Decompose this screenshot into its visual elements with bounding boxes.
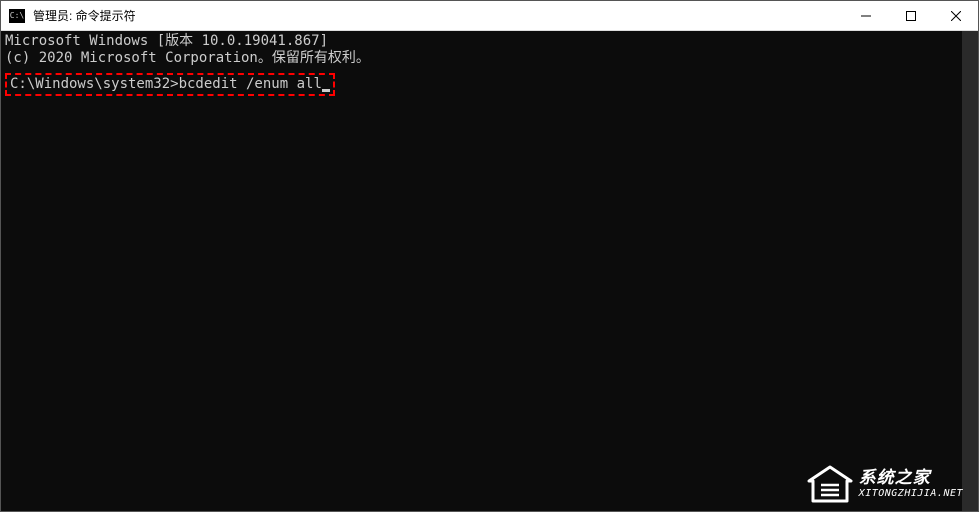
maximize-icon xyxy=(906,11,916,21)
minimize-icon xyxy=(861,11,871,21)
minimize-button[interactable] xyxy=(843,1,888,30)
window-controls xyxy=(843,1,978,30)
terminal-output-line: (c) 2020 Microsoft Corporation。保留所有权利。 xyxy=(5,50,974,67)
command-prompt-window: C:\ 管理员: 命令提示符 Microsoft Windows [版本 10.… xyxy=(0,0,979,512)
watermark-url: XITONGZHIJIA.NET xyxy=(859,488,963,499)
watermark-logo-icon xyxy=(807,465,853,503)
close-icon xyxy=(951,11,961,21)
terminal-output-line: Microsoft Windows [版本 10.0.19041.867] xyxy=(5,33,974,50)
terminal-command: bcdedit /enum all xyxy=(179,76,322,92)
cmd-icon: C:\ xyxy=(9,9,25,23)
highlighted-command-box: C:\Windows\system32>bcdedit /enum all xyxy=(5,73,335,96)
terminal-prompt: C:\Windows\system32> xyxy=(10,76,179,92)
watermark-text: 系统之家 XITONGZHIJIA.NET xyxy=(859,469,963,499)
watermark-name: 系统之家 xyxy=(859,469,963,488)
watermark: 系统之家 XITONGZHIJIA.NET xyxy=(807,465,963,503)
terminal-area[interactable]: Microsoft Windows [版本 10.0.19041.867] (c… xyxy=(1,31,978,511)
close-button[interactable] xyxy=(933,1,978,30)
titlebar[interactable]: C:\ 管理员: 命令提示符 xyxy=(1,1,978,31)
vertical-scrollbar[interactable] xyxy=(962,31,978,511)
maximize-button[interactable] xyxy=(888,1,933,30)
scrollbar-thumb[interactable] xyxy=(962,31,978,511)
text-cursor xyxy=(322,89,330,92)
window-title: 管理员: 命令提示符 xyxy=(33,7,843,24)
